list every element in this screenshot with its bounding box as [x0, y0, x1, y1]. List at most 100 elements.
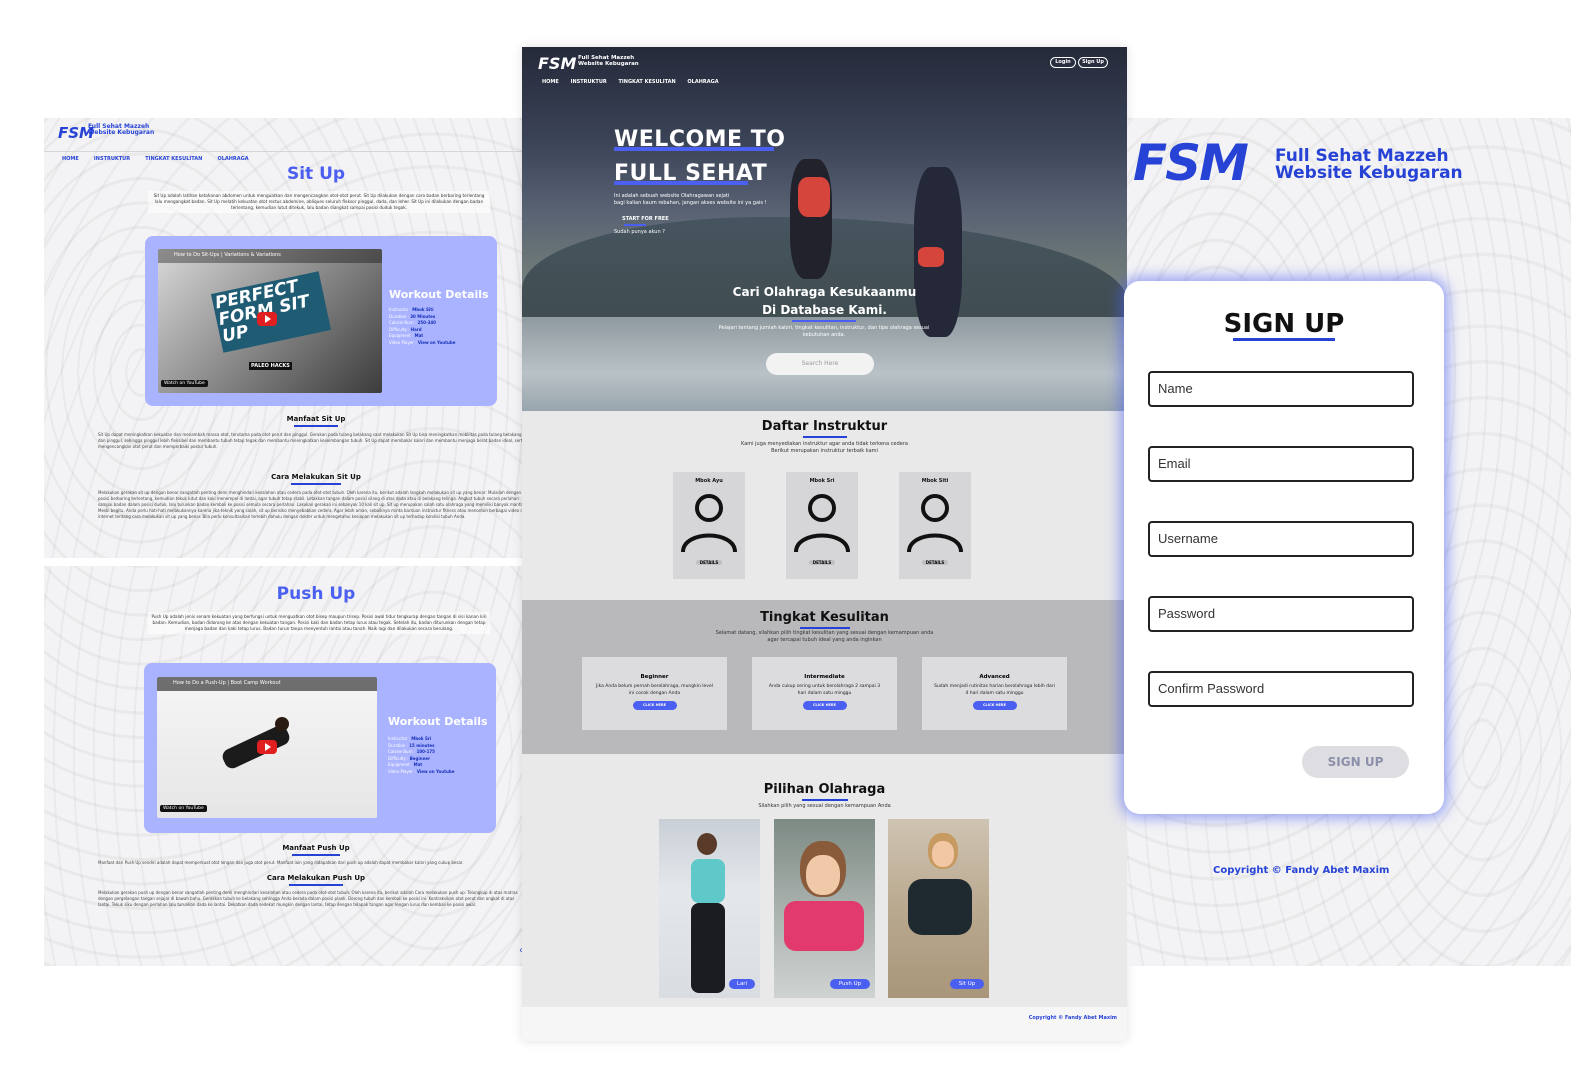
situp-workout-card: How to Do Sit-Ups | Variations & Variati…: [145, 236, 497, 406]
confirm-password-field[interactable]: Confirm Password: [1148, 671, 1414, 707]
detail-row: Video Player : View on Youtube: [388, 768, 455, 774]
signup-button[interactable]: Sign Up: [1078, 57, 1108, 68]
youtube-play-icon[interactable]: [257, 312, 277, 326]
signup-submit-button[interactable]: SIGN UP: [1302, 746, 1409, 778]
detail-row: Difficulty : Hard: [389, 326, 422, 332]
photo-top: [908, 879, 972, 935]
view-on-youtube-link[interactable]: View on Youtube: [417, 769, 455, 774]
heading-underline: [799, 627, 850, 629]
instructors-heading: Daftar Instruktur: [522, 419, 1127, 438]
watch-on-youtube[interactable]: Watch on YouTube: [160, 805, 207, 812]
heading-underline: [291, 483, 341, 485]
nav-tingkat-kesulitan[interactable]: TINGKAT KESULITAN: [145, 156, 202, 162]
watch-on-youtube[interactable]: Watch on YouTube: [161, 380, 208, 387]
photo-top: [691, 859, 725, 903]
nav-olahraga[interactable]: OLAHRAGA: [687, 79, 718, 85]
nav-instruktur[interactable]: INSTRUKTUR: [94, 156, 130, 162]
video-title: How to Do Sit-Ups | Variations & Variati…: [174, 252, 281, 258]
search-heading: Cari Olahraga Kesukaanmu Di Database Kam…: [732, 285, 917, 317]
detail-row: Video Player : View on Youtube: [389, 339, 456, 345]
details-button[interactable]: DETAILS: [922, 560, 948, 565]
already-account-link[interactable]: Sudah punya akun ?: [614, 229, 665, 236]
instructor-card[interactable]: Mbok Ayu DETAILS: [673, 472, 745, 579]
pushup-manfaat-text: Manfaat dari Push Up sendiri adalah dapa…: [98, 860, 464, 865]
nav-olahraga[interactable]: OLAHRAGA: [217, 156, 248, 162]
sport-card-lari[interactable]: Lari: [659, 819, 760, 998]
login-button[interactable]: Login: [1050, 57, 1076, 68]
detail-row: Calorie Burn : 250-340: [389, 320, 436, 326]
photo-top: [784, 901, 864, 951]
situp-details-list: Instructor : Mbok Siti Duration : 30 Min…: [389, 307, 455, 347]
pushup-title: Push Up: [276, 584, 356, 604]
instructor-card[interactable]: Mbok Siti DETAILS: [899, 472, 971, 579]
difficulty-section: Tingkat Kesulitan Selamat datang, silahk…: [522, 600, 1127, 754]
details-button[interactable]: DETAILS: [696, 560, 722, 565]
pushup-video[interactable]: How to Do a Push-Up | Boot Camp Workout …: [157, 677, 377, 818]
pushup-intro: Push Up adalah jenis senam kekuatan yang…: [148, 612, 490, 634]
situp-manfaat-heading: Manfaat Sit Up: [44, 415, 530, 427]
email-field[interactable]: Email: [1148, 446, 1414, 482]
signup-form-card: SIGN UP Name Email Username Password Con…: [1124, 281, 1444, 814]
situp-details-title: Workout Details: [389, 288, 489, 301]
signup-logo[interactable]: FSM: [1133, 134, 1249, 192]
situp-cara-text: Melakukan gerakan sit up dengan benar sa…: [98, 490, 528, 519]
detail-row: Calorie Burn : 100-175: [388, 749, 435, 755]
situp-title: Sit Up: [286, 164, 346, 184]
user-avatar-icon: [794, 494, 850, 553]
situp-video[interactable]: How to Do Sit-Ups | Variations & Variati…: [158, 249, 382, 393]
view-on-youtube-link[interactable]: View on Youtube: [418, 340, 456, 345]
pushup-details-list: Instructor : Mbok Sri Duration : 15 minu…: [388, 736, 454, 776]
detail-row: Difficulty : Beginner: [388, 755, 431, 761]
sports-heading: Pilihan Olahraga: [522, 782, 1127, 801]
photo-head: [697, 833, 717, 855]
footer: Copyright © Fandy Abet Maxim: [522, 1007, 1127, 1041]
runner-man-shirt: [798, 177, 830, 217]
user-avatar-icon: [681, 494, 737, 553]
pushup-cara-text: Melakukan gerakan push up dengan benar s…: [98, 890, 518, 907]
nav-instruktur[interactable]: INSTRUKTUR: [571, 79, 607, 85]
difficulty-heading: Tingkat Kesulitan: [522, 610, 1127, 629]
left-nav: HOME INSTRUKTUR TINGKAT KESULITAN OLAHRA…: [62, 145, 259, 164]
sport-card-situp[interactable]: Sit Up: [888, 819, 989, 998]
nav-tingkat-kesulitan[interactable]: TINGKAT KESULITAN: [619, 79, 676, 85]
click-here-button[interactable]: CLICK HERE: [972, 701, 1017, 710]
password-field[interactable]: Password: [1148, 596, 1414, 632]
click-here-button[interactable]: CLICK HERE: [802, 701, 847, 710]
situp-intro: Sit Up adalah latihan ketahanan abdomen …: [148, 191, 490, 213]
instructors-subtitle: Kami juga menyediakan instruktur agar an…: [741, 441, 908, 454]
nav-home[interactable]: HOME: [542, 79, 559, 85]
photo-face: [806, 855, 840, 895]
pushup-cara-heading: Cara Melakukan Push Up: [44, 874, 530, 886]
level-card-beginner: Beginner Jika Anda belum pernah berolahr…: [582, 657, 727, 730]
details-button[interactable]: DETAILS: [809, 560, 835, 565]
user-avatar-icon: [907, 494, 963, 553]
center-logo[interactable]: FSM: [538, 54, 576, 73]
detail-row: Instructor : Mbok Sri: [388, 736, 432, 741]
signup-form-title: SIGN UP: [1223, 309, 1345, 339]
difficulty-subtitle: Selamat datang, silahkan pilih tingkat k…: [715, 630, 934, 643]
start-free-button[interactable]: START FOR FREE: [622, 216, 669, 222]
signup-brand: Full Sehat Mazzeh Website Kebugaran: [1275, 146, 1463, 183]
home-page: FSM Full Sehat Mazzeh Website Kebugaran …: [522, 47, 1127, 1041]
username-field[interactable]: Username: [1148, 521, 1414, 557]
heading-underline: [294, 425, 338, 427]
pushup-details-title: Workout Details: [388, 715, 488, 728]
hero-underline: [614, 147, 774, 151]
name-field[interactable]: Name: [1148, 371, 1414, 407]
title-underline: [1233, 338, 1335, 341]
search-underline: [792, 320, 856, 322]
search-input[interactable]: Search Here: [766, 353, 874, 375]
page-gap: [44, 558, 530, 566]
sport-card-pushup[interactable]: Push Up: [774, 819, 875, 998]
heading-underline: [292, 854, 340, 856]
youtube-play-icon[interactable]: [257, 740, 277, 754]
detail-row: Instructor : Mbok Siti: [389, 307, 434, 312]
runner-woman-shorts: [918, 247, 944, 267]
video-title: How to Do a Push-Up | Boot Camp Workout: [173, 680, 281, 686]
click-here-button[interactable]: CLICK HERE: [632, 701, 677, 710]
level-card-intermediate: Intermediate Anda cukup sering untuk ber…: [752, 657, 897, 730]
detail-row: Equipment : Mat: [389, 333, 424, 339]
instructor-card[interactable]: Mbok Sri DETAILS: [786, 472, 858, 579]
photo-face: [932, 841, 954, 867]
nav-home[interactable]: HOME: [62, 156, 79, 162]
